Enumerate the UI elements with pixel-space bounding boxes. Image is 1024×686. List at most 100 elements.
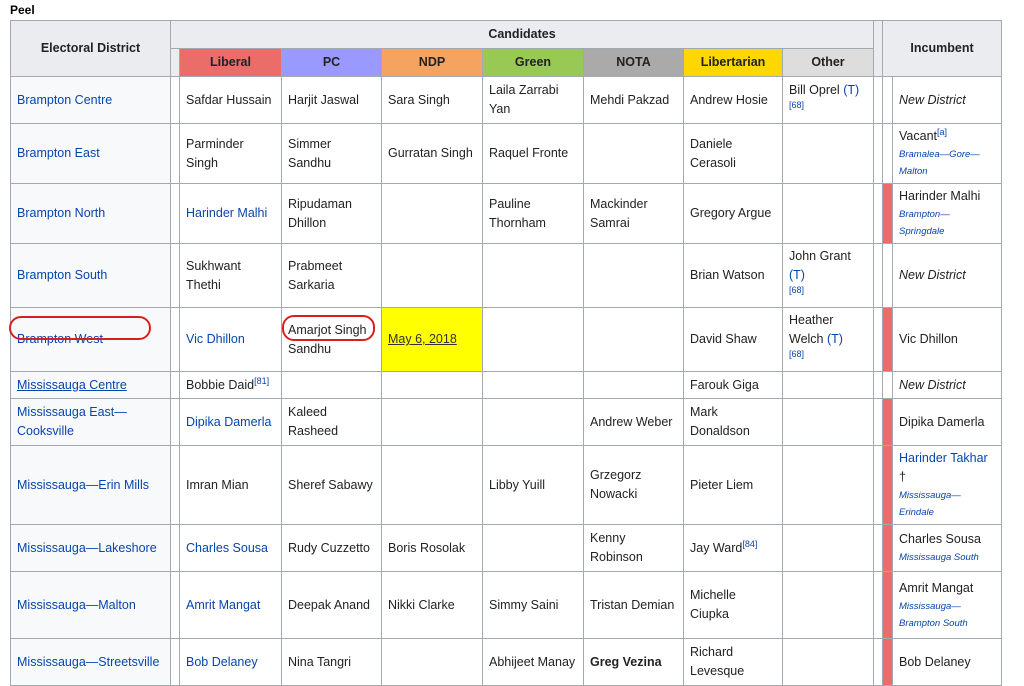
party-header-libertarian: Libertarian	[683, 48, 783, 77]
party-header-pc: PC	[281, 48, 382, 77]
pc-cell: Nina Tangri	[281, 638, 382, 686]
highlight-circle-district	[9, 316, 151, 340]
citation-note[interactable]: [a]	[937, 127, 947, 137]
table-row: Brampton Centre Safdar Hussain Harjit Jasw…	[10, 76, 1003, 124]
incumbent-cell: Vic Dhillon	[892, 307, 1003, 372]
libertarian-cell: Farouk Giga	[683, 371, 783, 399]
row-gap	[873, 183, 884, 244]
liberal-candidate-link[interactable]: Bob Delaney	[186, 655, 258, 669]
former-riding-link[interactable]: Bramalea—Gore—Malton	[899, 146, 995, 180]
ndp-candidate: Gurratan Singh	[388, 146, 473, 160]
row-gap	[170, 76, 180, 124]
citation-note[interactable]: [81]	[254, 375, 269, 385]
liberal-cell: Harinder Malhi	[179, 183, 282, 244]
ndp-cell	[381, 398, 483, 446]
incumbent-link[interactable]: Harinder Takhar	[899, 451, 988, 465]
nota-candidate: Tristan Demian	[590, 597, 675, 612]
district-link[interactable]: Brampton East	[17, 146, 100, 160]
incumbent-cell: Amrit Mangat Mississauga—Brampton South	[892, 571, 1003, 639]
other-cell: Bill Oprel (T) [68]	[781, 76, 875, 124]
row-gap	[170, 445, 180, 525]
district-link[interactable]: Mississauga—Erin Mills	[17, 478, 149, 492]
liberal-candidate-link[interactable]: Amrit Mangat	[186, 598, 260, 612]
district-link[interactable]: Mississauga—Streetsville	[17, 655, 159, 669]
district-link[interactable]: Brampton North	[17, 206, 105, 220]
green-candidate: Libby Yuill	[489, 477, 546, 492]
libertarian-candidate: Andrew Hosie	[690, 92, 768, 107]
incumbent-cell: Harinder Takhar † Mississauga—Erindale	[892, 445, 1003, 525]
pc-cell: Rudy Cuzzetto	[281, 524, 382, 572]
row-gap	[170, 123, 180, 184]
libertarian-cell: Pieter Liem	[683, 445, 783, 525]
ndp-candidate: Nikki Clarke	[388, 597, 455, 612]
citation-note[interactable]: [68]	[789, 285, 804, 295]
table-row: Brampton East Parminder Singh Simmer Sandh…	[10, 123, 1003, 184]
district-link[interactable]: Mississauga—Lakeshore	[17, 541, 157, 555]
district-link[interactable]: Brampton Centre	[17, 93, 112, 107]
green-cell: Laila Zarrabi Yan	[482, 76, 584, 124]
ndp-cell	[381, 638, 483, 686]
green-candidate: Simmy Saini	[489, 597, 559, 612]
district-link[interactable]: Mississauga—Malton	[17, 598, 136, 612]
ndp-cell	[381, 243, 483, 308]
district-link[interactable]: Mississauga Centre	[17, 378, 127, 392]
pc-candidate: Prabmeet Sarkaria	[288, 258, 343, 292]
citation-note[interactable]: [84]	[742, 538, 757, 548]
citation-note[interactable]: [68]	[789, 100, 804, 110]
incumbent-name: Dipika Damerla	[899, 414, 985, 429]
trillium-mark[interactable]: (T)	[843, 83, 859, 97]
table-row: Mississauga—Lakeshore Charles Sousa Rudy C…	[10, 524, 1003, 572]
nota-candidate: Greg Vezina	[590, 654, 662, 669]
district-link[interactable]: Brampton South	[17, 268, 107, 282]
other-cell: John Grant (T) [68]	[781, 243, 875, 308]
district-link[interactable]: Mississauga East—Cooksville	[17, 405, 127, 438]
nota-cell: Andrew Weber	[583, 398, 684, 446]
citation-note[interactable]: [68]	[789, 349, 804, 359]
liberal-candidate-link[interactable]: Dipika Damerla	[186, 415, 271, 429]
green-candidate: Raquel Fronte	[489, 146, 569, 160]
nota-candidate: Grzegorz Nowacki	[590, 468, 642, 501]
header-electoral-district: Electoral District	[10, 20, 171, 77]
other-cell: Heather Welch (T) [68]	[781, 307, 875, 372]
incumbent-name: Harinder Malhi	[899, 189, 981, 203]
ndp-candidate: Sara Singh	[388, 92, 450, 107]
party-header-other: Other	[781, 48, 875, 77]
libertarian-candidate: Pieter Liem	[690, 477, 754, 492]
liberal-cell: Sukhwant Thethi	[179, 243, 282, 308]
ndp-date-link[interactable]: May 6, 2018	[388, 332, 457, 346]
nota-candidate: Kenny Robinson	[590, 531, 643, 564]
row-gap	[873, 371, 884, 399]
district-cell: Brampton Centre	[10, 76, 171, 124]
liberal-candidate-link[interactable]: Vic Dhillon	[186, 332, 245, 346]
incumbent-cell: Dipika Damerla	[892, 398, 1003, 446]
former-riding-link[interactable]: Mississauga—Erindale	[899, 487, 995, 521]
libertarian-cell: Michelle Ciupka	[683, 571, 783, 639]
green-candidate: Abhijeet Manay	[489, 654, 576, 669]
incumbent-cell: New District	[892, 371, 1003, 399]
liberal-candidate-link[interactable]: Harinder Malhi	[186, 206, 267, 220]
libertarian-candidate: Gregory Argue	[690, 206, 772, 220]
trillium-mark[interactable]: (T)	[789, 268, 805, 282]
green-cell	[482, 371, 584, 399]
libertarian-cell: Brian Watson	[683, 243, 783, 308]
trillium-mark[interactable]: (T)	[827, 332, 843, 346]
libertarian-cell: Gregory Argue	[683, 183, 783, 244]
former-riding-link[interactable]: Mississauga South	[899, 549, 995, 566]
liberal-cell: Parminder Singh	[179, 123, 282, 184]
district-cell: Mississauga—Erin Mills	[10, 445, 171, 525]
liberal-candidate-link[interactable]: Charles Sousa	[186, 541, 268, 555]
party-header-liberal: Liberal	[179, 48, 282, 77]
pc-cell: Kaleed Rasheed	[281, 398, 382, 446]
district-cell: Mississauga—Streetsville	[10, 638, 171, 686]
nota-cell: Grzegorz Nowacki	[583, 445, 684, 525]
libertarian-cell: David Shaw	[683, 307, 783, 372]
table-row: Brampton South Sukhwant Thethi Prabmeet Sa…	[10, 243, 1003, 308]
former-riding-link[interactable]: Brampton—Springdale	[899, 206, 995, 240]
pc-cell: Sheref Sabawy	[281, 445, 382, 525]
row-gap	[170, 638, 180, 686]
district-cell: Mississauga East—Cooksville	[10, 398, 171, 446]
row-gap	[170, 571, 180, 639]
district-cell: Brampton South	[10, 243, 171, 308]
ndp-cell: May 6, 2018	[381, 307, 483, 372]
incumbent-name: Amrit Mangat	[899, 580, 974, 595]
